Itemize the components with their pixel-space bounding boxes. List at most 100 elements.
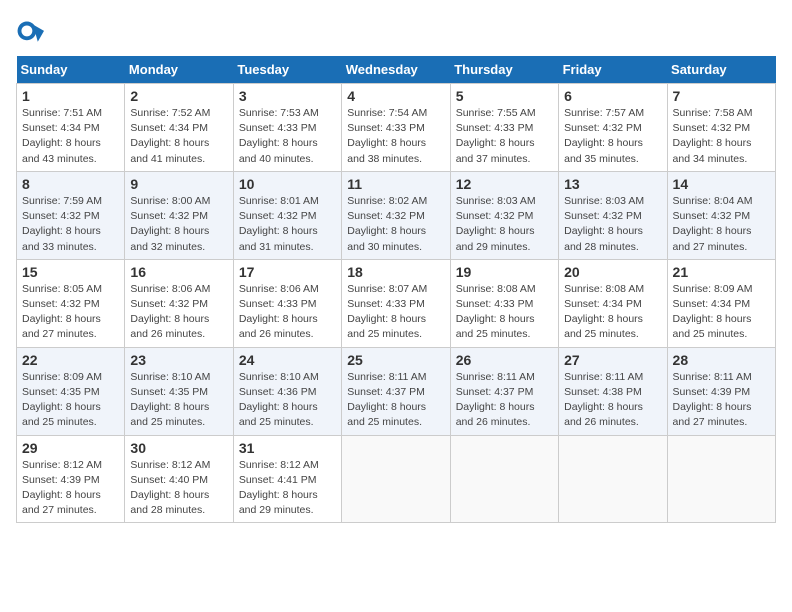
day-number: 30 — [130, 440, 227, 456]
day-info: Sunrise: 8:12 AMSunset: 4:40 PMDaylight:… — [130, 459, 210, 517]
calendar-cell: 25 Sunrise: 8:11 AMSunset: 4:37 PMDaylig… — [342, 347, 450, 435]
day-number: 23 — [130, 352, 227, 368]
calendar-cell: 17 Sunrise: 8:06 AMSunset: 4:33 PMDaylig… — [233, 259, 341, 347]
calendar-cell: 2 Sunrise: 7:52 AMSunset: 4:34 PMDayligh… — [125, 84, 233, 172]
calendar-cell: 3 Sunrise: 7:53 AMSunset: 4:33 PMDayligh… — [233, 84, 341, 172]
logo — [16, 20, 48, 48]
weekday-header-friday: Friday — [559, 56, 667, 84]
day-info: Sunrise: 8:06 AMSunset: 4:32 PMDaylight:… — [130, 283, 210, 341]
calendar-cell: 12 Sunrise: 8:03 AMSunset: 4:32 PMDaylig… — [450, 171, 558, 259]
day-info: Sunrise: 8:12 AMSunset: 4:41 PMDaylight:… — [239, 459, 319, 517]
day-number: 21 — [673, 264, 770, 280]
day-info: Sunrise: 8:11 AMSunset: 4:37 PMDaylight:… — [456, 371, 535, 429]
calendar-cell: 13 Sunrise: 8:03 AMSunset: 4:32 PMDaylig… — [559, 171, 667, 259]
calendar-table: SundayMondayTuesdayWednesdayThursdayFrid… — [16, 56, 776, 523]
day-info: Sunrise: 8:02 AMSunset: 4:32 PMDaylight:… — [347, 195, 427, 253]
calendar-cell: 10 Sunrise: 8:01 AMSunset: 4:32 PMDaylig… — [233, 171, 341, 259]
day-number: 10 — [239, 176, 336, 192]
day-number: 4 — [347, 88, 444, 104]
calendar-week-row: 1 Sunrise: 7:51 AMSunset: 4:34 PMDayligh… — [17, 84, 776, 172]
calendar-week-row: 22 Sunrise: 8:09 AMSunset: 4:35 PMDaylig… — [17, 347, 776, 435]
day-number: 19 — [456, 264, 553, 280]
calendar-cell: 30 Sunrise: 8:12 AMSunset: 4:40 PMDaylig… — [125, 435, 233, 523]
day-number: 3 — [239, 88, 336, 104]
day-info: Sunrise: 8:00 AMSunset: 4:32 PMDaylight:… — [130, 195, 210, 253]
weekday-header-sunday: Sunday — [17, 56, 125, 84]
calendar-cell: 16 Sunrise: 8:06 AMSunset: 4:32 PMDaylig… — [125, 259, 233, 347]
day-info: Sunrise: 8:09 AMSunset: 4:35 PMDaylight:… — [22, 371, 102, 429]
calendar-cell: 7 Sunrise: 7:58 AMSunset: 4:32 PMDayligh… — [667, 84, 775, 172]
day-number: 2 — [130, 88, 227, 104]
day-number: 22 — [22, 352, 119, 368]
calendar-cell: 1 Sunrise: 7:51 AMSunset: 4:34 PMDayligh… — [17, 84, 125, 172]
day-number: 28 — [673, 352, 770, 368]
day-info: Sunrise: 7:59 AMSunset: 4:32 PMDaylight:… — [22, 195, 102, 253]
calendar-cell: 26 Sunrise: 8:11 AMSunset: 4:37 PMDaylig… — [450, 347, 558, 435]
page-header — [16, 16, 776, 48]
day-info: Sunrise: 7:53 AMSunset: 4:33 PMDaylight:… — [239, 107, 319, 165]
logo-icon — [16, 20, 44, 48]
day-info: Sunrise: 8:12 AMSunset: 4:39 PMDaylight:… — [22, 459, 102, 517]
day-info: Sunrise: 7:52 AMSunset: 4:34 PMDaylight:… — [130, 107, 210, 165]
day-number: 12 — [456, 176, 553, 192]
day-info: Sunrise: 7:51 AMSunset: 4:34 PMDaylight:… — [22, 107, 102, 165]
day-info: Sunrise: 8:04 AMSunset: 4:32 PMDaylight:… — [673, 195, 753, 253]
day-info: Sunrise: 8:09 AMSunset: 4:34 PMDaylight:… — [673, 283, 753, 341]
day-number: 17 — [239, 264, 336, 280]
calendar-cell: 15 Sunrise: 8:05 AMSunset: 4:32 PMDaylig… — [17, 259, 125, 347]
day-info: Sunrise: 8:03 AMSunset: 4:32 PMDaylight:… — [564, 195, 644, 253]
day-number: 26 — [456, 352, 553, 368]
day-info: Sunrise: 8:05 AMSunset: 4:32 PMDaylight:… — [22, 283, 102, 341]
day-info: Sunrise: 8:10 AMSunset: 4:35 PMDaylight:… — [130, 371, 210, 429]
weekday-header-wednesday: Wednesday — [342, 56, 450, 84]
day-info: Sunrise: 7:57 AMSunset: 4:32 PMDaylight:… — [564, 107, 644, 165]
calendar-cell: 14 Sunrise: 8:04 AMSunset: 4:32 PMDaylig… — [667, 171, 775, 259]
day-info: Sunrise: 8:11 AMSunset: 4:39 PMDaylight:… — [673, 371, 752, 429]
day-info: Sunrise: 8:01 AMSunset: 4:32 PMDaylight:… — [239, 195, 319, 253]
day-number: 14 — [673, 176, 770, 192]
day-number: 1 — [22, 88, 119, 104]
calendar-cell: 20 Sunrise: 8:08 AMSunset: 4:34 PMDaylig… — [559, 259, 667, 347]
day-number: 9 — [130, 176, 227, 192]
day-number: 5 — [456, 88, 553, 104]
calendar-cell: 9 Sunrise: 8:00 AMSunset: 4:32 PMDayligh… — [125, 171, 233, 259]
day-number: 15 — [22, 264, 119, 280]
calendar-cell — [342, 435, 450, 523]
weekday-header-tuesday: Tuesday — [233, 56, 341, 84]
day-number: 7 — [673, 88, 770, 104]
day-number: 20 — [564, 264, 661, 280]
day-number: 29 — [22, 440, 119, 456]
calendar-cell: 4 Sunrise: 7:54 AMSunset: 4:33 PMDayligh… — [342, 84, 450, 172]
day-info: Sunrise: 7:55 AMSunset: 4:33 PMDaylight:… — [456, 107, 536, 165]
day-number: 11 — [347, 176, 444, 192]
day-number: 18 — [347, 264, 444, 280]
calendar-week-row: 29 Sunrise: 8:12 AMSunset: 4:39 PMDaylig… — [17, 435, 776, 523]
calendar-cell: 27 Sunrise: 8:11 AMSunset: 4:38 PMDaylig… — [559, 347, 667, 435]
calendar-cell: 5 Sunrise: 7:55 AMSunset: 4:33 PMDayligh… — [450, 84, 558, 172]
calendar-cell: 19 Sunrise: 8:08 AMSunset: 4:33 PMDaylig… — [450, 259, 558, 347]
day-info: Sunrise: 7:58 AMSunset: 4:32 PMDaylight:… — [673, 107, 753, 165]
calendar-cell: 29 Sunrise: 8:12 AMSunset: 4:39 PMDaylig… — [17, 435, 125, 523]
day-info: Sunrise: 8:08 AMSunset: 4:34 PMDaylight:… — [564, 283, 644, 341]
weekday-header-thursday: Thursday — [450, 56, 558, 84]
calendar-cell: 24 Sunrise: 8:10 AMSunset: 4:36 PMDaylig… — [233, 347, 341, 435]
calendar-cell: 21 Sunrise: 8:09 AMSunset: 4:34 PMDaylig… — [667, 259, 775, 347]
calendar-cell: 18 Sunrise: 8:07 AMSunset: 4:33 PMDaylig… — [342, 259, 450, 347]
day-info: Sunrise: 8:08 AMSunset: 4:33 PMDaylight:… — [456, 283, 536, 341]
day-number: 31 — [239, 440, 336, 456]
calendar-cell — [559, 435, 667, 523]
calendar-cell — [450, 435, 558, 523]
day-number: 6 — [564, 88, 661, 104]
day-info: Sunrise: 8:10 AMSunset: 4:36 PMDaylight:… — [239, 371, 319, 429]
calendar-cell: 23 Sunrise: 8:10 AMSunset: 4:35 PMDaylig… — [125, 347, 233, 435]
day-info: Sunrise: 8:06 AMSunset: 4:33 PMDaylight:… — [239, 283, 319, 341]
weekday-header-monday: Monday — [125, 56, 233, 84]
day-number: 8 — [22, 176, 119, 192]
calendar-cell: 6 Sunrise: 7:57 AMSunset: 4:32 PMDayligh… — [559, 84, 667, 172]
day-number: 27 — [564, 352, 661, 368]
calendar-cell: 8 Sunrise: 7:59 AMSunset: 4:32 PMDayligh… — [17, 171, 125, 259]
calendar-cell: 31 Sunrise: 8:12 AMSunset: 4:41 PMDaylig… — [233, 435, 341, 523]
calendar-week-row: 15 Sunrise: 8:05 AMSunset: 4:32 PMDaylig… — [17, 259, 776, 347]
calendar-week-row: 8 Sunrise: 7:59 AMSunset: 4:32 PMDayligh… — [17, 171, 776, 259]
calendar-cell: 28 Sunrise: 8:11 AMSunset: 4:39 PMDaylig… — [667, 347, 775, 435]
